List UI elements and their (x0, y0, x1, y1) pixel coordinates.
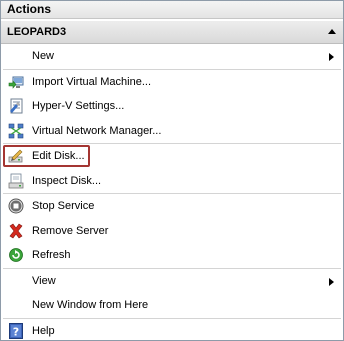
action-help-label: Help (32, 324, 55, 337)
action-stop-service[interactable]: Stop Service (1, 194, 343, 219)
action-hyperv-settings[interactable]: Hyper-V Settings... (1, 94, 343, 119)
panel-title: Actions (1, 1, 343, 19)
action-settings-label: Hyper-V Settings... (32, 100, 125, 112)
edit-disk-icon (8, 149, 23, 163)
svg-text:?: ? (13, 325, 19, 338)
action-virtual-network-manager[interactable]: Virtual Network Manager... (1, 119, 343, 144)
action-view[interactable]: View (1, 269, 343, 294)
action-import-label: Import Virtual Machine... (32, 75, 152, 88)
action-import-virtual-machine[interactable]: Import Virtual Machine... (1, 70, 343, 95)
collapse-arrow-icon[interactable] (328, 29, 336, 34)
action-edit-disk-label: Edit Disk... (32, 150, 85, 162)
action-new[interactable]: New (1, 44, 343, 69)
action-new-window[interactable]: New Window from Here (1, 293, 343, 318)
action-inspect-disk[interactable]: Inspect Disk... (1, 169, 343, 194)
action-view-label: View (32, 274, 56, 287)
action-stop-service-label: Stop Service (32, 200, 95, 212)
action-network-label: Virtual Network Manager... (32, 124, 162, 137)
import-vm-icon (8, 76, 24, 89)
action-remove-server[interactable]: Remove Server (1, 219, 343, 244)
group-header-leopard3[interactable]: LEOPARD3 (1, 20, 343, 44)
action-refresh-label: Refresh (32, 249, 71, 261)
refresh-icon (9, 248, 23, 262)
action-edit-disk[interactable]: Edit Disk... (1, 144, 343, 169)
inspect-disk-icon (8, 173, 24, 188)
submenu-arrow-icon (329, 277, 334, 286)
action-refresh[interactable]: Refresh (1, 243, 343, 268)
action-inspect-disk-label: Inspect Disk... (32, 174, 102, 187)
network-manager-icon (8, 123, 24, 138)
action-new-window-label: New Window from Here (32, 299, 149, 311)
help-icon: ? (9, 322, 23, 339)
actions-list: New Import Virtual Machine... Hyper-V Se… (1, 44, 343, 341)
action-remove-server-label: Remove Server (32, 224, 109, 237)
remove-x-icon (9, 223, 23, 238)
stop-icon (8, 198, 24, 214)
submenu-arrow-icon (329, 53, 334, 61)
action-help[interactable]: ? Help (1, 319, 343, 341)
actions-panel: Actions LEOPARD3 New Import Virtual Mach… (0, 0, 344, 341)
settings-icon (10, 98, 23, 114)
action-new-label: New (32, 50, 55, 62)
group-label: LEOPARD3 (7, 26, 67, 38)
